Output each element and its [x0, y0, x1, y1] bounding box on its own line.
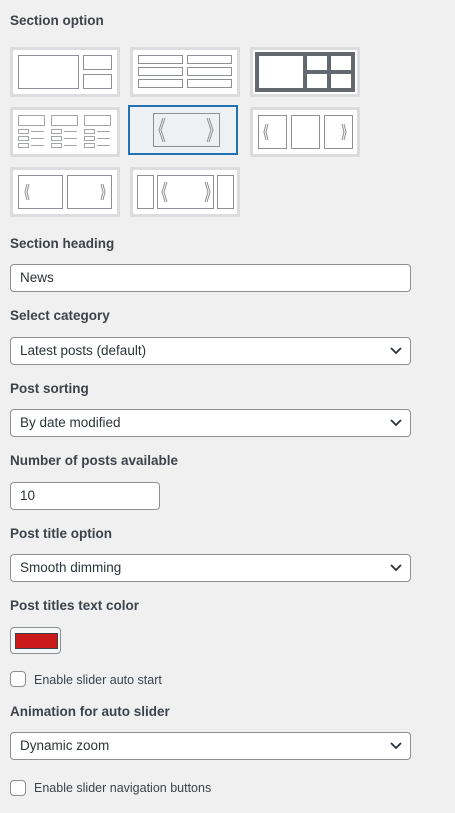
posts-available-label: Number of posts available: [10, 453, 179, 468]
post-title-option-label: Post title option: [10, 526, 112, 541]
post-sorting-value: By date modified: [20, 415, 121, 430]
category-select-value: Latest posts (default): [20, 343, 147, 358]
slider-nav-buttons-label: Enable slider navigation buttons: [34, 781, 212, 795]
slider-auto-start-label: Enable slider auto start: [34, 673, 162, 687]
slider-nav-buttons-checkbox[interactable]: [10, 780, 26, 796]
layout-option-two-column-list[interactable]: [130, 47, 240, 97]
chevron-down-icon: [390, 347, 402, 355]
posts-available-value: 10: [20, 488, 36, 503]
animation-auto-slider-value: Dynamic zoom: [20, 738, 110, 753]
layout-option-three-column-list[interactable]: [10, 107, 120, 157]
layout-option-carousel-with-side-items[interactable]: [130, 167, 240, 217]
slider-auto-start-checkbox[interactable]: [10, 671, 26, 687]
layout-option-single-slider[interactable]: [128, 105, 238, 155]
post-sorting-select[interactable]: By date modified: [10, 409, 411, 437]
chevron-down-icon: [390, 564, 402, 572]
layout-picker: [10, 47, 370, 217]
post-sorting-label: Post sorting: [10, 381, 89, 396]
section-heading-label: Section heading: [10, 236, 115, 251]
color-picker-button[interactable]: [10, 627, 61, 654]
chevron-down-icon: [390, 419, 402, 427]
post-title-option-value: Smooth dimming: [20, 560, 122, 575]
layout-option-grid-dark[interactable]: [250, 47, 360, 97]
section-option-label: Section option: [10, 13, 104, 28]
layout-option-one-large-two-small[interactable]: [10, 47, 120, 97]
posts-available-input[interactable]: 10: [10, 482, 160, 510]
animation-auto-slider-label: Animation for auto slider: [10, 704, 170, 719]
post-title-option-select[interactable]: Smooth dimming: [10, 554, 411, 582]
post-titles-color-label: Post titles text color: [10, 598, 140, 613]
chevron-down-icon: [390, 742, 402, 750]
layout-option-three-slide-slider[interactable]: [250, 107, 360, 157]
color-swatch: [15, 633, 58, 649]
animation-auto-slider-select[interactable]: Dynamic zoom: [10, 732, 411, 760]
section-heading-input[interactable]: News: [10, 264, 411, 292]
category-select[interactable]: Latest posts (default): [10, 337, 411, 365]
section-heading-value: News: [20, 270, 54, 285]
select-category-label: Select category: [10, 308, 110, 323]
layout-option-two-slide-slider[interactable]: [10, 167, 120, 217]
